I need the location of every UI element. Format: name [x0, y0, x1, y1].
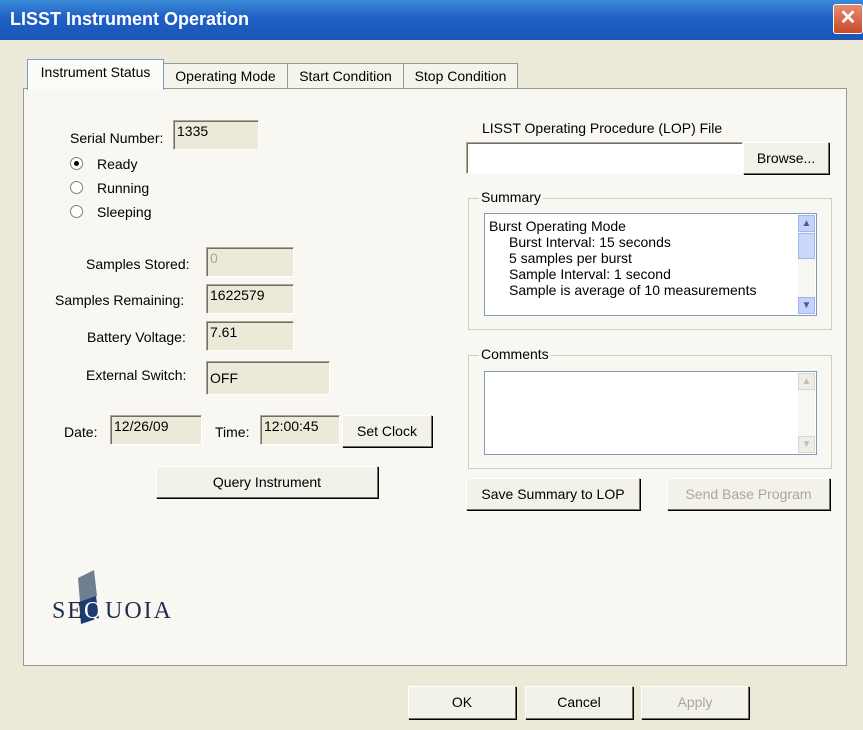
- battery-voltage-field: 7.61: [206, 321, 294, 351]
- tab-stop-condition[interactable]: Stop Condition: [403, 63, 518, 88]
- summary-line: Burst Interval: 15 seconds: [509, 234, 671, 250]
- summary-line: 5 samples per burst: [509, 250, 632, 266]
- title-bar: LISST Instrument Operation ✕: [0, 0, 863, 40]
- summary-content: Burst Operating Mode Burst Interval: 15 …: [489, 218, 794, 298]
- summary-line: Sample Interval: 1 second: [509, 266, 671, 282]
- scroll-down-icon[interactable]: ▼: [798, 436, 815, 453]
- summary-line: Sample is average of 10 measurements: [509, 282, 757, 298]
- samples-remaining-field: 1622579: [206, 284, 294, 314]
- cancel-button[interactable]: Cancel: [525, 686, 633, 719]
- scroll-up-icon[interactable]: ▲: [798, 373, 815, 390]
- ok-button[interactable]: OK: [408, 686, 516, 719]
- lop-file-label: LISST Operating Procedure (LOP) File: [482, 120, 723, 136]
- comments-scrollbar[interactable]: ▲ ▼: [798, 373, 815, 453]
- summary-legend: Summary: [479, 189, 543, 205]
- ready-radio[interactable]: [70, 157, 83, 170]
- date-field[interactable]: 12/26/09: [110, 415, 202, 445]
- browse-button[interactable]: Browse...: [743, 142, 829, 174]
- external-switch-label: External Switch:: [86, 367, 187, 383]
- save-summary-button[interactable]: Save Summary to LOP: [466, 478, 640, 510]
- close-icon[interactable]: ✕: [833, 4, 863, 34]
- scroll-down-icon[interactable]: ▼: [798, 297, 815, 314]
- sequoia-logo: SEQUOIA: [52, 570, 192, 638]
- window-title: LISST Instrument Operation: [10, 9, 250, 29]
- summary-scrollbar[interactable]: ▲ ▼: [798, 215, 815, 314]
- comments-legend: Comments: [479, 346, 551, 362]
- ready-label: Ready: [97, 156, 138, 172]
- sleeping-label: Sleeping: [97, 204, 152, 220]
- samples-stored-label: Samples Stored:: [86, 256, 190, 272]
- running-label: Running: [97, 180, 150, 196]
- time-label: Time:: [215, 424, 250, 440]
- send-base-program-button[interactable]: Send Base Program: [667, 478, 830, 510]
- battery-voltage-label: Battery Voltage:: [87, 329, 186, 345]
- serial-number-field: 1335: [173, 120, 259, 150]
- query-instrument-button[interactable]: Query Instrument: [156, 466, 378, 498]
- tab-operating-mode[interactable]: Operating Mode: [163, 63, 288, 88]
- samples-remaining-label: Samples Remaining:: [55, 292, 185, 308]
- summary-listbox[interactable]: Burst Operating Mode Burst Interval: 15 …: [484, 213, 817, 316]
- apply-button[interactable]: Apply: [641, 686, 749, 719]
- scroll-thumb[interactable]: [798, 233, 815, 259]
- scroll-up-icon[interactable]: ▲: [798, 215, 815, 232]
- external-switch-field: OFF: [206, 361, 330, 395]
- running-radio[interactable]: [70, 181, 83, 194]
- tab-instrument-status[interactable]: Instrument Status: [27, 59, 164, 90]
- lop-file-input[interactable]: [466, 142, 743, 174]
- samples-stored-field: 0: [206, 247, 294, 277]
- comments-textarea[interactable]: ▲ ▼: [484, 371, 817, 455]
- tab-start-condition[interactable]: Start Condition: [287, 63, 404, 88]
- set-clock-button[interactable]: Set Clock: [342, 415, 432, 447]
- summary-line: Burst Operating Mode: [489, 218, 626, 234]
- time-field[interactable]: 12:00:45: [260, 415, 340, 445]
- serial-number-label: Serial Number:: [70, 130, 164, 146]
- sleeping-radio[interactable]: [70, 205, 83, 218]
- date-label: Date:: [64, 424, 98, 440]
- logo-text: SEQUOIA: [52, 598, 174, 624]
